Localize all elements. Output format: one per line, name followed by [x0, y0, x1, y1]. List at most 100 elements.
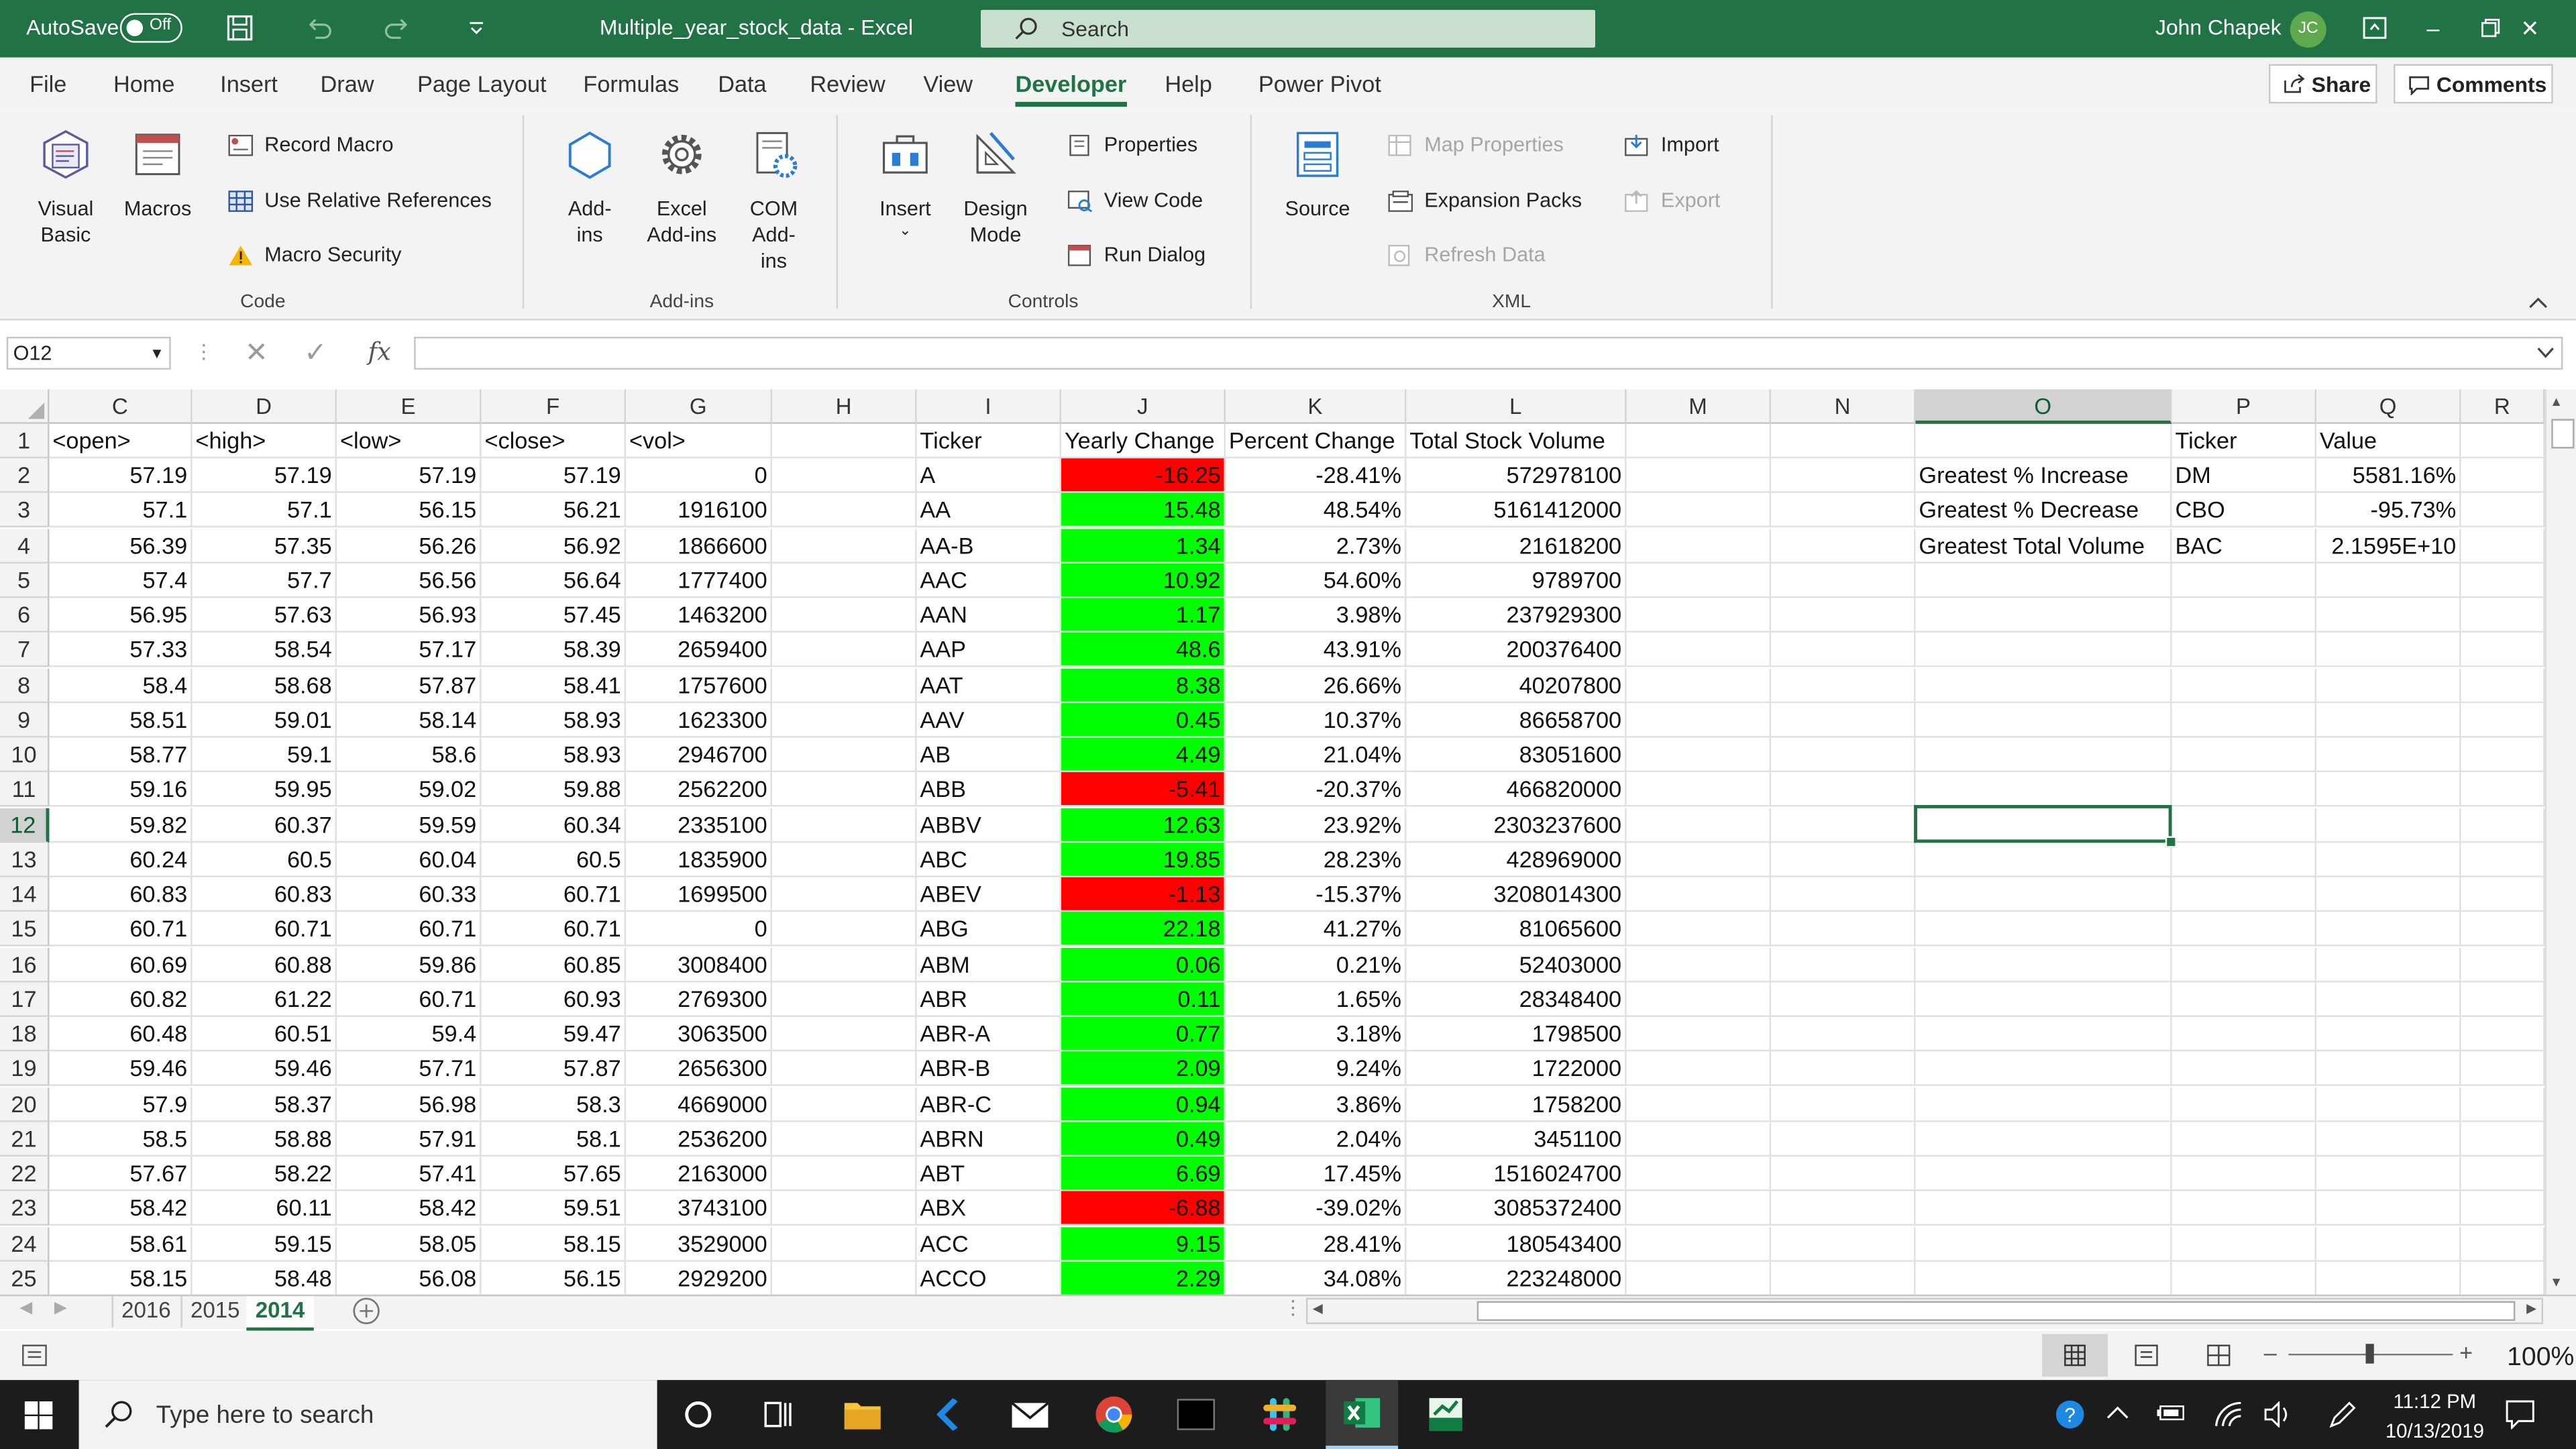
cell-h20[interactable] [772, 1087, 917, 1122]
total-volume-cell[interactable]: 572978100 [1406, 458, 1627, 494]
close-price-cell[interactable]: 60.71 [481, 912, 627, 947]
column-header-k[interactable]: K [1225, 389, 1407, 424]
summary-label-cell[interactable]: Greatest % Increase [1915, 458, 2172, 494]
cell-o6[interactable] [1915, 598, 2172, 633]
volume-cell[interactable]: 2659400 [626, 633, 773, 668]
column-header-g[interactable]: G [626, 389, 773, 424]
cell-n6[interactable] [1771, 598, 1916, 633]
tab-draw[interactable]: Draw [321, 70, 374, 97]
sheet-tab-2014[interactable]: 2014 [246, 1296, 314, 1331]
cell-q19[interactable] [2316, 1052, 2461, 1087]
yearly-change-cell[interactable]: 9.15 [1061, 1226, 1226, 1261]
column-header-c[interactable]: C [49, 389, 193, 424]
cell-r23[interactable] [2461, 1191, 2545, 1226]
percent-change-cell[interactable]: 54.60% [1225, 563, 1407, 598]
high-price-cell[interactable]: 58.37 [192, 1087, 337, 1122]
high-price-cell[interactable]: 57.63 [192, 598, 337, 633]
collapse-ribbon-icon[interactable] [2528, 296, 2548, 309]
cell-n16[interactable] [1771, 947, 1916, 982]
taskbar-time[interactable]: 11:12 PM [2385, 1390, 2484, 1413]
cell-n20[interactable] [1771, 1087, 1916, 1122]
yearly-change-cell[interactable]: 19.85 [1061, 843, 1226, 877]
cell-o8[interactable] [1915, 667, 2172, 703]
cell-r24[interactable] [2461, 1226, 2545, 1261]
ticker-cell[interactable]: ABC [916, 843, 1062, 877]
name-box[interactable]: O12 ▼ [6, 337, 171, 370]
scroll-down-icon[interactable]: ▼ [2550, 1275, 2563, 1289]
cell-m21[interactable] [1626, 1122, 1772, 1157]
volume-cell[interactable]: 1777400 [626, 563, 773, 598]
help-icon[interactable]: ? [2055, 1400, 2085, 1430]
total-volume-cell[interactable]: 1758200 [1406, 1087, 1627, 1122]
open-price-cell[interactable]: 58.5 [49, 1122, 193, 1157]
cell-r14[interactable] [2461, 877, 2545, 912]
cell-r1[interactable] [2461, 423, 2545, 459]
vertical-scroll-thumb[interactable] [2551, 419, 2575, 449]
scroll-right-icon[interactable]: ▶ [2526, 1301, 2536, 1316]
low-price-cell[interactable]: 57.87 [337, 667, 482, 703]
cell-r15[interactable] [2461, 912, 2545, 947]
wifi-icon[interactable] [2214, 1401, 2243, 1428]
percent-change-cell[interactable]: 3.18% [1225, 1017, 1407, 1052]
close-price-cell[interactable]: 56.64 [481, 563, 627, 598]
undo-icon[interactable] [306, 16, 332, 39]
cell-h15[interactable] [772, 912, 917, 947]
high-price-cell[interactable]: 58.22 [192, 1157, 337, 1191]
cell-h14[interactable] [772, 877, 917, 912]
tab-home[interactable]: Home [113, 70, 174, 97]
row-header-25[interactable]: 25 [0, 1261, 50, 1296]
cell-r8[interactable] [2461, 667, 2545, 703]
open-price-cell[interactable]: 56.39 [49, 528, 193, 564]
cell-n8[interactable] [1771, 667, 1916, 703]
cell-o11[interactable] [1915, 772, 2172, 808]
ticker-cell[interactable]: AB [916, 737, 1062, 773]
high-price-cell[interactable]: 60.5 [192, 843, 337, 877]
percent-change-cell[interactable]: 48.54% [1225, 493, 1407, 529]
page-layout-view-icon[interactable] [2134, 1344, 2159, 1366]
summary-ticker-cell[interactable]: BAC [2171, 528, 2317, 564]
percent-change-cell[interactable]: 2.73% [1225, 528, 1407, 564]
volume-cell[interactable]: 3529000 [626, 1226, 773, 1261]
high-price-cell[interactable]: 59.46 [192, 1052, 337, 1087]
volume-cell[interactable]: 4669000 [626, 1087, 773, 1122]
total-volume-cell[interactable]: 2303237600 [1406, 807, 1627, 843]
cell-m8[interactable] [1626, 667, 1772, 703]
zoom-level[interactable]: 100% [2507, 1344, 2574, 1373]
cell-q13[interactable] [2316, 843, 2461, 877]
ribbon-display-options-icon[interactable] [2363, 16, 2387, 39]
volume-cell[interactable]: 1699500 [626, 877, 773, 912]
ticker-cell[interactable]: ABR-C [916, 1087, 1062, 1122]
column-header-o[interactable]: O [1915, 389, 2172, 424]
cell-p14[interactable] [2171, 877, 2317, 912]
cell-q12[interactable] [2316, 807, 2461, 843]
cell-q17[interactable] [2316, 982, 2461, 1017]
volume-cell[interactable]: 2769300 [626, 982, 773, 1017]
cell-r20[interactable] [2461, 1087, 2545, 1122]
volume-cell[interactable]: 2656300 [626, 1052, 773, 1087]
yearly-change-cell[interactable]: 0.06 [1061, 947, 1226, 982]
yearly-change-cell[interactable]: -6.88 [1061, 1191, 1226, 1226]
percent-change-cell[interactable]: 1.65% [1225, 982, 1407, 1017]
ticker-cell[interactable]: ABR-A [916, 1017, 1062, 1052]
row-header-17[interactable]: 17 [0, 982, 50, 1017]
column-header-p[interactable]: P [2171, 389, 2317, 424]
percent-change-cell[interactable]: 23.92% [1225, 807, 1407, 843]
low-price-cell[interactable]: 56.15 [337, 493, 482, 529]
column-header-h[interactable]: H [772, 389, 917, 424]
ticker-cell[interactable]: ABR-B [916, 1052, 1062, 1087]
percent-change-cell[interactable]: 26.66% [1225, 667, 1407, 703]
close-price-cell[interactable]: 59.47 [481, 1017, 627, 1052]
yearly-change-cell[interactable]: 4.49 [1061, 737, 1226, 773]
zoom-in-icon[interactable]: + [2459, 1339, 2473, 1365]
row-header-14[interactable]: 14 [0, 877, 50, 912]
header-cell-percent-change[interactable]: Percent Change [1225, 423, 1407, 459]
row-header-11[interactable]: 11 [0, 772, 50, 808]
volume-cell[interactable]: 2335100 [626, 807, 773, 843]
comments-button[interactable]: Comments [2394, 64, 2553, 104]
low-price-cell[interactable]: 60.71 [337, 912, 482, 947]
cell-r12[interactable] [2461, 807, 2545, 843]
open-price-cell[interactable]: 57.33 [49, 633, 193, 668]
high-price-cell[interactable]: 60.37 [192, 807, 337, 843]
low-price-cell[interactable]: 56.08 [337, 1261, 482, 1296]
yearly-change-cell[interactable]: -16.25 [1061, 458, 1226, 494]
